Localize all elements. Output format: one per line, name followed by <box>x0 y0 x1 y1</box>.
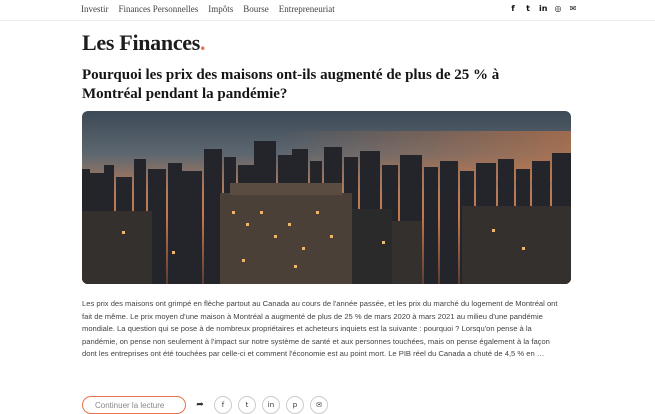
linkedin-icon[interactable]: in <box>539 4 547 13</box>
site-logo[interactable]: Les Finances. <box>82 30 206 56</box>
social-links: f t in ◎ ✉ <box>509 4 577 13</box>
facebook-icon[interactable]: f <box>509 4 517 13</box>
nav-item-bourse[interactable]: Bourse <box>243 4 269 14</box>
share-pinterest-icon[interactable]: p <box>286 396 304 414</box>
logo-dot: . <box>200 30 206 55</box>
nav-item-investir[interactable]: Investir <box>81 4 109 14</box>
nav-item-entrepreneuriat[interactable]: Entrepreneuriat <box>279 4 335 14</box>
city-skyline-image <box>82 111 571 284</box>
instagram-icon[interactable]: ◎ <box>554 4 562 13</box>
article-hero-image[interactable] <box>82 111 571 284</box>
share-email-icon[interactable]: ✉ <box>310 396 328 414</box>
share-facebook-icon[interactable]: f <box>214 396 232 414</box>
twitter-icon[interactable]: t <box>524 4 532 13</box>
nav-item-impots[interactable]: Impôts <box>208 4 233 14</box>
article-footer: Continuer la lecture ➦ f t in p ✉ <box>82 396 328 414</box>
email-icon[interactable]: ✉ <box>569 4 577 13</box>
main-menu: Investir Finances Personnelles Impôts Bo… <box>81 4 335 14</box>
share-linkedin-icon[interactable]: in <box>262 396 280 414</box>
logo-text: Les Finances <box>82 30 201 55</box>
share-twitter-icon[interactable]: t <box>238 396 256 414</box>
nav-item-finances-personnelles[interactable]: Finances Personnelles <box>119 4 199 14</box>
share-arrow-icon[interactable]: ➦ <box>192 397 208 413</box>
article-excerpt: Les prix des maisons ont grimpé en flèch… <box>82 299 558 359</box>
continue-reading-button[interactable]: Continuer la lecture <box>82 396 186 414</box>
top-navigation-bar: Investir Finances Personnelles Impôts Bo… <box>0 0 655 21</box>
article-title[interactable]: Pourquoi les prix des maisons ont-ils au… <box>82 66 562 104</box>
